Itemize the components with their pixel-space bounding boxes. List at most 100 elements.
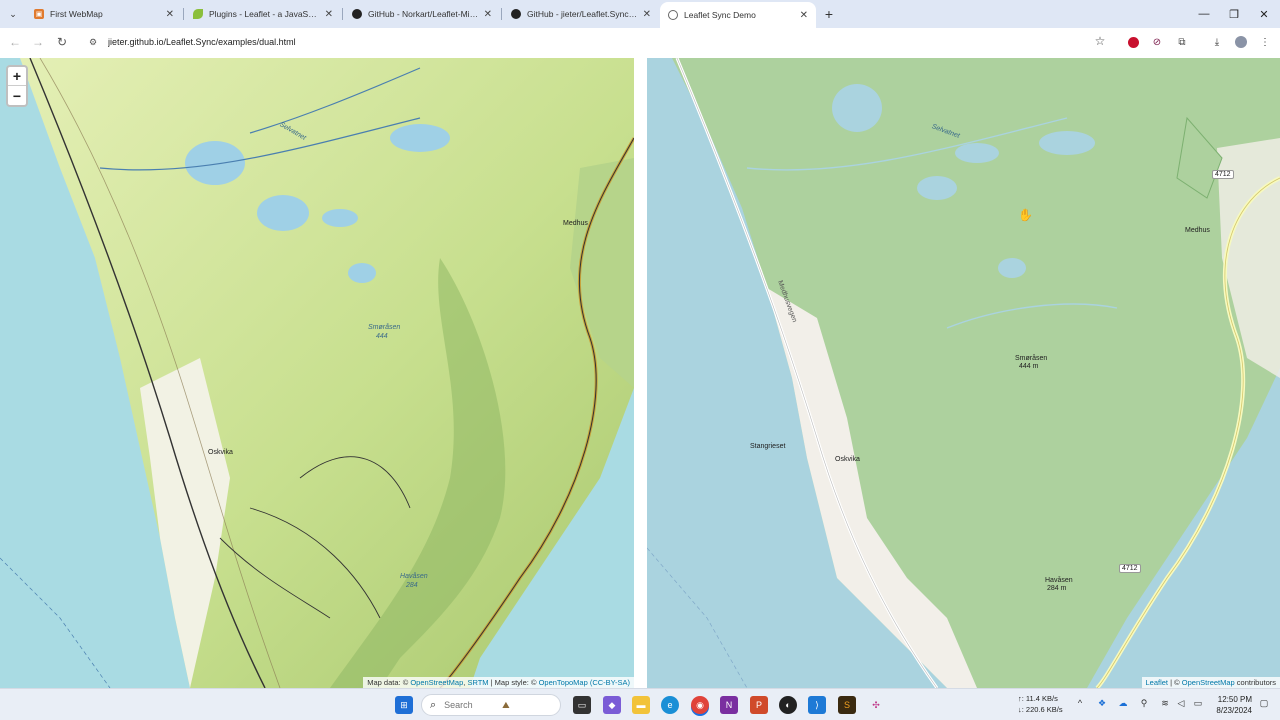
dropbox-icon[interactable]: ❖ <box>1095 698 1109 709</box>
block-extension-icon[interactable]: ⊘ <box>1149 34 1165 50</box>
battery-icon[interactable]: ▭ <box>1191 698 1205 709</box>
profile-avatar[interactable] <box>1233 34 1249 50</box>
sublime-icon[interactable]: S <box>838 696 856 714</box>
tab-github-sync[interactable]: GitHub - jieter/Leaflet.Sync: Sy ✕ <box>503 3 659 25</box>
attribution-text: | Map style: © <box>488 678 539 687</box>
tab-title: First WebMap <box>50 9 103 19</box>
chevron-up-icon[interactable]: ^ <box>1073 698 1087 708</box>
peak-elevation-havasen: 284 m <box>1047 585 1067 592</box>
powerpoint-icon[interactable]: P <box>750 696 768 714</box>
copilot-icon[interactable]: ◆ <box>603 696 621 714</box>
tab-strip: ⌄ ▣ First WebMap ✕ Plugins - Leaflet - a… <box>0 0 1280 28</box>
tab-title: Plugins - Leaflet - a JavaScript l <box>209 9 321 19</box>
openstreetmap-link[interactable]: OpenStreetMap <box>410 678 463 687</box>
close-icon[interactable]: ✕ <box>484 9 492 20</box>
menu-icon[interactable]: ⋮ <box>1257 34 1273 50</box>
peak-elevation-smorasen: 444 <box>376 333 388 340</box>
close-icon[interactable]: ✕ <box>643 9 651 20</box>
srtm-link[interactable]: SRTM <box>467 678 488 687</box>
tab-title: GitHub - Norkart/Leaflet-MiniM <box>368 9 480 19</box>
download-icon[interactable]: ⤓ <box>1209 34 1225 50</box>
attribution-text: | © <box>1168 678 1182 687</box>
browser-toolbar: ← → ↻ ⚙ ☆ ⊘ ⧉ ⤓ ⋮ <box>0 28 1280 56</box>
tab-search-button[interactable]: ⌄ <box>4 6 22 22</box>
edge-icon[interactable]: e <box>661 696 679 714</box>
tab-leaflet-plugins[interactable]: Plugins - Leaflet - a JavaScript l ✕ <box>185 3 341 25</box>
road-shield-4712: 4712 <box>1119 564 1141 573</box>
zoom-control: + − <box>6 65 28 107</box>
chrome-icon[interactable]: ◉ <box>691 696 709 714</box>
tab-first-webmap[interactable]: ▣ First WebMap ✕ <box>26 3 182 25</box>
upload-speed: ↑: 11.4 KB/s <box>1018 694 1058 703</box>
download-speed: ↓: 220.6 KB/s <box>1018 705 1063 714</box>
bookmark-star-icon[interactable]: ☆ <box>1092 33 1108 49</box>
clock-date: 8/23/2024 <box>1216 706 1252 715</box>
search-highlight-icon: ⛰ <box>502 699 510 710</box>
close-icon[interactable]: ✕ <box>325 9 333 20</box>
file-explorer-icon[interactable]: ▬ <box>632 696 650 714</box>
place-label-medhus: Medhus <box>563 220 588 227</box>
extensions-puzzle-icon[interactable]: ⧉ <box>1174 34 1190 50</box>
slack-icon[interactable]: ✣ <box>867 696 885 714</box>
search-icon: ⌕ <box>430 698 437 711</box>
wifi-icon[interactable]: ≋ <box>1158 698 1172 709</box>
place-label-medhus: Medhus <box>1185 227 1210 234</box>
map-attribution: Leaflet | © OpenStreetMap contributors <box>1141 677 1280 688</box>
onedrive-icon[interactable]: ☁ <box>1116 698 1130 709</box>
tab-title: Leaflet Sync Demo <box>684 10 756 20</box>
attribution-text: Map data: © <box>367 678 411 687</box>
topo-map-surface <box>0 58 634 688</box>
address-bar[interactable]: ⚙ <box>80 31 1116 53</box>
webmap-favicon-icon: ▣ <box>34 9 44 19</box>
tab-leaflet-sync-demo[interactable]: Leaflet Sync Demo ✕ <box>660 2 816 28</box>
license-link[interactable]: (CC-BY-SA) <box>588 678 630 687</box>
leaflet-favicon-icon <box>193 9 203 19</box>
minimize-button[interactable]: — <box>1189 5 1219 23</box>
tab-github-minimap[interactable]: GitHub - Norkart/Leaflet-MiniM ✕ <box>344 3 500 25</box>
back-button[interactable]: ← <box>6 33 24 51</box>
github-icon <box>511 9 521 19</box>
close-icon[interactable]: ✕ <box>800 10 808 21</box>
peak-elevation-havasen: 284 <box>406 582 418 589</box>
zoom-in-button[interactable]: + <box>8 67 26 86</box>
microphone-icon[interactable]: ⚲ <box>1137 698 1151 709</box>
place-label-stangrieset: Stangrieset <box>750 443 786 450</box>
notifications-icon[interactable]: ▢ <box>1257 698 1271 709</box>
tab-title: GitHub - jieter/Leaflet.Sync: Sy <box>527 9 639 19</box>
volume-icon[interactable]: ◁ <box>1174 698 1188 709</box>
zoom-out-button[interactable]: − <box>8 86 26 105</box>
search-input[interactable] <box>442 699 503 711</box>
system-clock[interactable]: 12:50 PM 8/23/2024 <box>1210 694 1252 716</box>
globe-icon <box>668 10 678 20</box>
reload-button[interactable]: ↻ <box>53 33 71 51</box>
site-info-icon[interactable]: ⚙ <box>86 35 100 49</box>
new-tab-button[interactable]: + <box>820 5 838 23</box>
windows-taskbar: ⊞ ⌕ ⛰ ▭ ◆ ▬ e ◉ N P ◐ ⟩ S ✣ ↑: 11.4 KB/s… <box>0 688 1280 720</box>
place-label-oskvika: Oskvika <box>208 449 233 456</box>
peak-elevation-smorasen: 444 m <box>1019 363 1039 370</box>
close-window-button[interactable]: ✕ <box>1249 5 1279 23</box>
peak-label-havasen: Havåsen <box>1045 577 1073 584</box>
start-windows-icon[interactable]: ⊞ <box>395 696 413 714</box>
peak-label-smorasen: Smøråsen <box>1015 355 1048 362</box>
github-desktop-icon[interactable]: ◐ <box>779 696 797 714</box>
osm-map-surface <box>647 58 1280 688</box>
openstreetmap-link[interactable]: OpenStreetMap <box>1182 678 1235 687</box>
network-speed: ↑: 11.4 KB/s ↓: 220.6 KB/s <box>1018 693 1063 715</box>
onenote-icon[interactable]: N <box>720 696 738 714</box>
url-input[interactable] <box>106 36 1006 48</box>
map-left-opentopomap[interactable]: + − Selvatnet Medhus Smøråsen 444 Oskvik… <box>0 58 634 688</box>
restore-button[interactable]: ❐ <box>1219 5 1249 23</box>
hand-cursor-icon: ✋ <box>1018 208 1033 222</box>
task-view-icon[interactable]: ▭ <box>573 696 591 714</box>
vscode-icon[interactable]: ⟩ <box>808 696 826 714</box>
map-right-openstreetmap[interactable]: Selvatnet Medhus Smøråsen 444 m Stangrie… <box>647 58 1280 688</box>
taskbar-search[interactable]: ⌕ ⛰ <box>421 694 561 716</box>
adblock-extension-icon[interactable] <box>1125 34 1141 50</box>
forward-button[interactable]: → <box>29 33 47 51</box>
close-icon[interactable]: ✕ <box>166 9 174 20</box>
leaflet-link[interactable]: Leaflet <box>1146 678 1169 687</box>
peak-label-smorasen: Smøråsen <box>368 324 401 331</box>
clock-time: 12:50 PM <box>1217 695 1252 704</box>
opentopomap-link[interactable]: OpenTopoMap <box>539 678 588 687</box>
